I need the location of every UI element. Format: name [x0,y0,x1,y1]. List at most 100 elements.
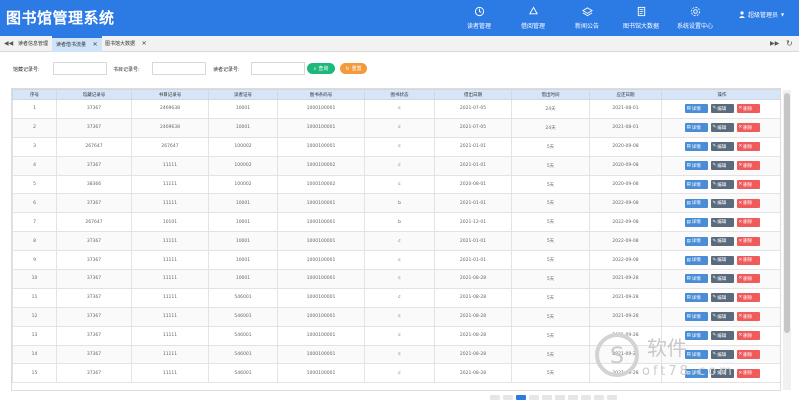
delete-button[interactable]: ✕ 删除 [736,104,760,114]
page-button[interactable] [542,395,552,400]
close-icon[interactable]: ✕ [142,40,147,47]
nav-item-news[interactable]: 新闻公告 [560,0,614,36]
edit-button[interactable]: ✎ 编辑 [710,161,734,171]
ops-cell: ▤ 详情 ✎ 编辑 ✕ 删除 [661,306,780,327]
edit-button[interactable]: ✎ 编辑 [710,180,734,189]
delete-button[interactable]: ✕ 删除 [736,161,760,171]
vertical-scrollbar[interactable] [783,90,791,390]
detail-button[interactable]: ▤ 详情 [684,236,708,246]
edit-button[interactable]: ✎ 编辑 [710,293,734,303]
user-menu[interactable]: 超级管理员 ▼ [739,10,784,19]
page-button[interactable] [490,395,500,400]
table-cell: 2021-08-28 [434,363,512,384]
tab-scroll-left-icon[interactable]: ◀◀ [4,40,13,47]
table-cell: 37367 [56,155,132,176]
page-button[interactable] [529,395,539,400]
delete-button[interactable]: ✕ 删除 [736,312,760,322]
edit-button[interactable]: ✎ 编辑 [710,274,734,284]
page-button[interactable] [568,395,578,400]
table-cell: 2021-09-28 [589,306,662,327]
delete-button[interactable]: ✕ 删除 [736,293,760,303]
delete-button[interactable]: ✕ 删除 [736,274,760,284]
delete-label: 删除 [743,314,753,320]
detail-button[interactable]: ▤ 详情 [684,104,708,114]
scrollbar-thumb[interactable] [784,93,790,333]
table-cell: 2021-08-01 [589,117,662,138]
delete-button[interactable]: ✕ 删除 [736,350,760,360]
close-icon[interactable]: ✕ [93,41,98,48]
edit-button[interactable]: ✎ 编辑 [710,350,734,360]
tab-reader-borrow[interactable]: 读者借书流量 ✕ [52,36,102,52]
detail-button[interactable]: ▤ 详情 [684,312,708,322]
table-cell: 37367 [56,287,132,308]
page-button[interactable] [555,395,565,400]
detail-button[interactable]: ▤ 详情 [684,350,708,360]
table-cell: 1000100001 [277,117,365,138]
tab-reader-info[interactable]: 读者信息管理 [14,36,52,52]
detail-button[interactable]: ▤ 详情 [684,368,708,378]
collection-number-input[interactable] [53,62,107,75]
edit-button[interactable]: ✎ 编辑 [710,104,734,114]
edit-label: 编辑 [717,163,727,169]
query-button[interactable]: ⌕ 查询 [307,63,335,74]
detail-button[interactable]: ▤ 详情 [684,274,708,284]
delete-icon: ✕ [738,163,743,169]
detail-label: 详情 [691,295,701,301]
table-cell: 2021-08-28 [434,269,512,289]
nav-item-bigdata[interactable]: 图书馆大数据 [614,0,668,36]
reader-number-input[interactable] [251,62,305,75]
edit-button[interactable]: ✎ 编辑 [710,255,734,265]
detail-button[interactable]: ▤ 详情 [684,180,708,189]
edit-label: 编辑 [717,333,727,339]
page-button[interactable] [607,395,617,400]
table-row: 12 37367 11111 546001 1000100001 c 2021-08-28 5… [12,306,780,327]
tab-scroll-right-icon[interactable]: ▶▶ [770,40,779,47]
edit-button[interactable]: ✎ 编辑 [710,368,734,378]
delete-button[interactable]: ✕ 删除 [736,142,760,152]
delete-button[interactable]: ✕ 删除 [736,180,760,189]
tab-label: 读者信息管理 [18,41,49,47]
detail-label: 详情 [691,258,701,264]
edit-button[interactable]: ✎ 编辑 [710,312,734,322]
delete-button[interactable]: ✕ 删除 [736,198,760,208]
detail-button[interactable]: ▤ 详情 [684,198,708,208]
edit-button[interactable]: ✎ 编辑 [710,198,734,208]
edit-button[interactable]: ✎ 编辑 [710,236,734,246]
delete-button[interactable]: ✕ 删除 [736,331,760,341]
detail-button[interactable]: ▤ 详情 [684,217,708,227]
detail-button[interactable]: ▤ 详情 [684,255,708,265]
edit-button[interactable]: ✎ 编辑 [710,217,734,227]
table-cell: 546001 [208,287,278,308]
detail-button[interactable]: ▤ 详情 [684,293,708,303]
detail-button[interactable]: ▤ 详情 [684,142,708,152]
catalog-number-input[interactable] [152,62,206,75]
detail-icon: ▤ [686,370,691,376]
page-button-current[interactable] [516,395,526,400]
edit-icon: ✎ [712,333,717,339]
page-button[interactable] [581,395,591,400]
edit-icon: ✎ [712,352,717,358]
edit-button[interactable]: ✎ 编辑 [710,123,734,133]
tab-bigdata[interactable]: 图书馆大数据 ✕ [101,36,151,52]
refresh-icon[interactable]: ↻ [786,39,793,48]
delete-button[interactable]: ✕ 删除 [736,217,760,227]
page-button[interactable] [503,395,513,400]
detail-button[interactable]: ▤ 详情 [684,123,708,133]
delete-button[interactable]: ✕ 删除 [736,123,760,133]
reset-button[interactable]: ↻ 重置 [340,63,367,74]
nav-item-reader[interactable]: 读者管理 [452,0,506,36]
delete-button[interactable]: ✕ 删除 [736,255,760,265]
table-cell: 10 [12,269,57,289]
page-button[interactable] [594,395,604,400]
delete-label: 删除 [743,182,753,188]
nav-item-borrow[interactable]: 借阅管理 [506,0,560,36]
delete-button[interactable]: ✕ 删除 [736,368,760,378]
detail-button[interactable]: ▤ 详情 [684,331,708,341]
delete-button[interactable]: ✕ 删除 [736,236,760,246]
edit-button[interactable]: ✎ 编辑 [710,331,734,341]
nav-item-settings[interactable]: 系统设置中心 [668,0,722,36]
table-cell: 37367 [56,269,132,289]
edit-button[interactable]: ✎ 编辑 [710,142,734,152]
detail-icon: ▤ [686,106,691,112]
detail-button[interactable]: ▤ 详情 [684,161,708,171]
